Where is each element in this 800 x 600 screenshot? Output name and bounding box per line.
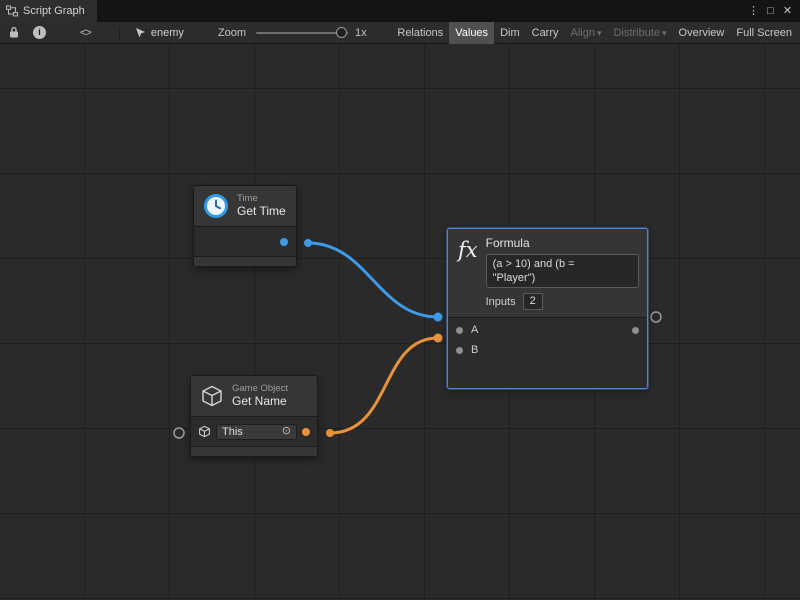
align-button[interactable]: Align▾ [565,22,608,44]
close-icon[interactable]: ✕ [779,0,796,22]
formula-fx-icon: fx [458,235,478,310]
maximize-icon[interactable]: □ [762,0,779,22]
formula-port-b-label: B [471,344,478,356]
window-controls: ⋮ □ ✕ [745,0,800,22]
code-icon[interactable]: <> [80,22,91,44]
graph-canvas[interactable]: Time Get Time fx Formula (a > 10) and (b… [0,44,800,600]
formula-bottom-area [448,362,647,388]
formula-expression-line2: "Player") [493,271,632,285]
zoom-slider[interactable] [256,22,348,44]
formula-input-port-b[interactable] [456,347,463,354]
info-icon[interactable]: i [33,26,46,39]
formula-header[interactable]: fx Formula (a > 10) and (b = "Player") I… [448,229,647,317]
game-object-cube-icon [200,384,224,408]
formula-expression-line1: (a > 10) and (b = [493,257,632,271]
formula-expression-field[interactable]: (a > 10) and (b = "Player") [486,254,639,288]
get-time-port-section [194,226,296,256]
target-cube-icon [198,425,211,438]
formula-port-row-a: A [456,320,639,340]
chevron-down-icon: ▾ [662,28,667,38]
chevron-down-icon: ▾ [597,28,602,38]
wire-gettime-to-formula-a[interactable] [308,243,438,317]
get-name-output-port[interactable] [302,428,310,436]
script-graph-icon [6,5,18,17]
get-time-title: Get Time [237,204,286,219]
get-time-header[interactable]: Time Get Time [194,186,296,226]
formula-port-section: A B [448,317,647,362]
formula-port-a-label: A [471,324,478,336]
node-get-time[interactable]: Time Get Time [193,185,297,267]
relations-button[interactable]: Relations [391,22,449,44]
tab-script-graph[interactable]: Script Graph [0,0,97,22]
get-name-title: Get Name [232,394,288,409]
formula-output-port[interactable] [632,327,639,334]
get-time-output-port[interactable] [280,238,288,246]
graph-toolbar: i <> enemy Zoom 1x Relations Values Dim … [0,22,800,44]
getname-target-input-ring[interactable] [174,428,184,438]
get-name-port-section: This ⊙ [191,416,317,446]
get-name-target-value: This [222,426,243,438]
wire-orange-end-cap [434,334,443,343]
titlebar: Script Graph ⋮ □ ✕ [0,0,800,22]
wire-blue-end-cap [434,313,443,322]
full-screen-button[interactable]: Full Screen [730,22,798,44]
distribute-button[interactable]: Distribute▾ [608,22,673,44]
toolbar-buttons: Relations Values Dim Carry Align▾ Distri… [391,22,800,44]
window-title: Script Graph [23,5,85,17]
get-name-target-dropdown[interactable]: This ⊙ [216,424,297,440]
node-get-name[interactable]: Game Object Get Name This ⊙ [190,375,318,457]
window-menu-kebab-icon[interactable]: ⋮ [745,0,762,22]
formula-inputs-label: Inputs [486,296,516,308]
zoom-slider-handle[interactable] [336,27,347,38]
wire-layer [0,44,800,600]
toolbar-separator [119,26,120,40]
get-time-footer [194,256,296,266]
lock-icon[interactable] [7,22,21,44]
overview-button[interactable]: Overview [673,22,731,44]
formula-result-output-ring[interactable] [651,312,661,322]
values-button[interactable]: Values [449,22,494,44]
zoom-label: Zoom [218,27,246,39]
get-name-header[interactable]: Game Object Get Name [191,376,317,416]
get-name-category: Game Object [232,383,288,394]
get-name-footer [191,446,317,456]
zoom-value: 1x [355,27,367,39]
formula-input-port-a[interactable] [456,327,463,334]
graph-pointer-icon [134,22,148,44]
wire-orange-start-cap [326,429,334,437]
zoom-slider-track[interactable] [256,32,348,34]
object-picker-icon[interactable]: ⊙ [282,426,291,437]
dim-button[interactable]: Dim [494,22,526,44]
graph-name-label[interactable]: enemy [151,27,184,39]
formula-title: Formula [486,236,639,250]
formula-port-row-b: B [456,340,639,360]
get-time-category: Time [237,193,286,204]
wire-getname-to-formula-b[interactable] [330,338,438,433]
carry-button[interactable]: Carry [526,22,565,44]
node-formula[interactable]: fx Formula (a > 10) and (b = "Player") I… [447,228,648,389]
formula-inputs-count-field[interactable]: 2 [523,293,543,310]
clock-icon [203,193,229,219]
wire-blue-start-cap [304,239,312,247]
